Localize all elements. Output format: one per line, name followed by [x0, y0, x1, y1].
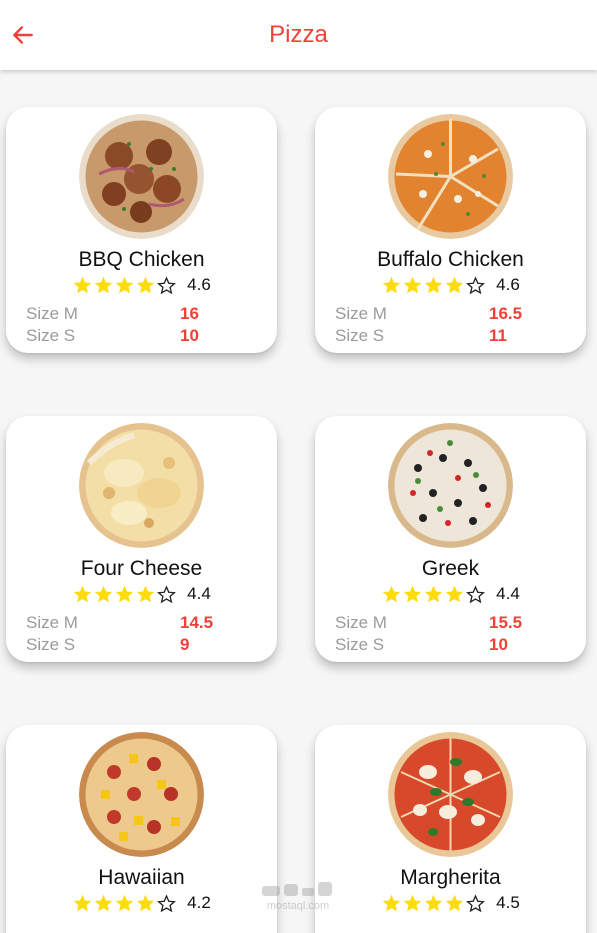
size-s-price: 10: [180, 326, 199, 345]
pizza-card-four-cheese[interactable]: Four Cheese 4.4 Size M 14.5 Size S 9: [6, 416, 277, 662]
star-icon-filled: [403, 894, 422, 911]
rating-row: 4.5: [315, 892, 586, 914]
size-s-label: Size S: [26, 326, 76, 345]
page-title: Pizza: [269, 21, 328, 48]
pizza-name: Greek: [421, 557, 480, 580]
star-icon-filled: [445, 894, 464, 911]
rating-value: 4.4: [187, 584, 211, 603]
star-icon-filled: [115, 894, 134, 911]
star-icon-filled: [115, 585, 134, 602]
rating-row: 4.4: [6, 583, 277, 605]
star-icon-filled: [424, 585, 443, 602]
pizza-image: [388, 423, 513, 548]
size-s-price: 9: [180, 635, 190, 654]
pizza-card-greek[interactable]: Greek 4.4 Size M 15.5 Size S 10: [315, 416, 586, 662]
star-icon-filled: [445, 585, 464, 602]
size-m-label: Size M: [335, 304, 387, 323]
pizza-name: BBQ Chicken: [78, 248, 205, 271]
rating-value: 4.6: [187, 275, 211, 294]
rating-value: 4.2: [187, 893, 211, 912]
size-m-price: 16: [180, 304, 199, 323]
size-m-label: Size M: [26, 304, 78, 323]
star-icon-filled: [403, 276, 422, 293]
pizza-grid: BBQ Chicken 4.6 Size M 16 Size S 10 Buff…: [0, 70, 597, 933]
size-m-label: Size M: [26, 613, 78, 632]
rating-row: 4.2: [6, 892, 277, 914]
size-s-label: Size S: [26, 635, 76, 654]
pizza-image: [388, 732, 513, 857]
pizza-name: Buffalo Chicken: [377, 248, 524, 271]
rating-value: 4.5: [496, 893, 520, 912]
star-icon-filled: [136, 276, 155, 293]
pizza-card-margherita[interactable]: Margherita 4.5: [315, 725, 586, 933]
pizza-image: [79, 114, 204, 239]
star-icon-filled: [424, 276, 443, 293]
pizza-image: [388, 114, 513, 239]
star-icon-filled: [136, 894, 155, 911]
rating-row: 4.6: [315, 274, 586, 296]
pizza-card-bbq-chicken[interactable]: BBQ Chicken 4.6 Size M 16 Size S 10: [6, 107, 277, 353]
size-s-label: Size S: [335, 326, 385, 345]
size-m-price: 15.5: [489, 613, 523, 632]
star-icon-filled: [382, 894, 401, 911]
star-icon-filled: [94, 585, 113, 602]
star-icon-filled: [94, 894, 113, 911]
star-icon-filled: [136, 585, 155, 602]
rating-row: 4.6: [6, 274, 277, 296]
star-icon-filled: [382, 585, 401, 602]
star-icon-filled: [73, 276, 92, 293]
pizza-name: Margherita: [400, 866, 501, 889]
star-icon-filled: [94, 276, 113, 293]
star-icon-outline: [466, 584, 486, 603]
app-bar: Pizza: [0, 0, 597, 70]
size-s-price: 11: [489, 326, 507, 345]
rating-row: 4.4: [315, 583, 586, 605]
pizza-name: Four Cheese: [80, 557, 203, 580]
pizza-image: [79, 732, 204, 857]
star-icon-outline: [157, 275, 177, 294]
size-m-price: 14.5: [180, 613, 214, 632]
star-icon-filled: [445, 276, 464, 293]
rating-value: 4.4: [496, 584, 520, 603]
size-m-label: Size M: [335, 613, 387, 632]
star-icon-filled: [424, 894, 443, 911]
size-s-price: 10: [489, 635, 508, 654]
pizza-name: Hawaiian: [98, 866, 185, 889]
star-icon-filled: [403, 585, 422, 602]
star-icon-outline: [157, 893, 177, 912]
star-icon-filled: [73, 894, 92, 911]
rating-value: 4.6: [496, 275, 520, 294]
star-icon-outline: [157, 584, 177, 603]
pizza-image: [79, 423, 204, 548]
star-icon-filled: [382, 276, 401, 293]
pizza-card-hawaiian[interactable]: Hawaiian 4.2: [6, 725, 277, 933]
star-icon-outline: [466, 275, 486, 294]
star-icon-filled: [115, 276, 134, 293]
size-m-price: 16.5: [489, 304, 523, 323]
star-icon-filled: [73, 585, 92, 602]
size-s-label: Size S: [335, 635, 385, 654]
pizza-card-buffalo-chicken[interactable]: Buffalo Chicken 4.6 Size M 16.5 Size S 1…: [315, 107, 586, 353]
star-icon-outline: [466, 893, 486, 912]
